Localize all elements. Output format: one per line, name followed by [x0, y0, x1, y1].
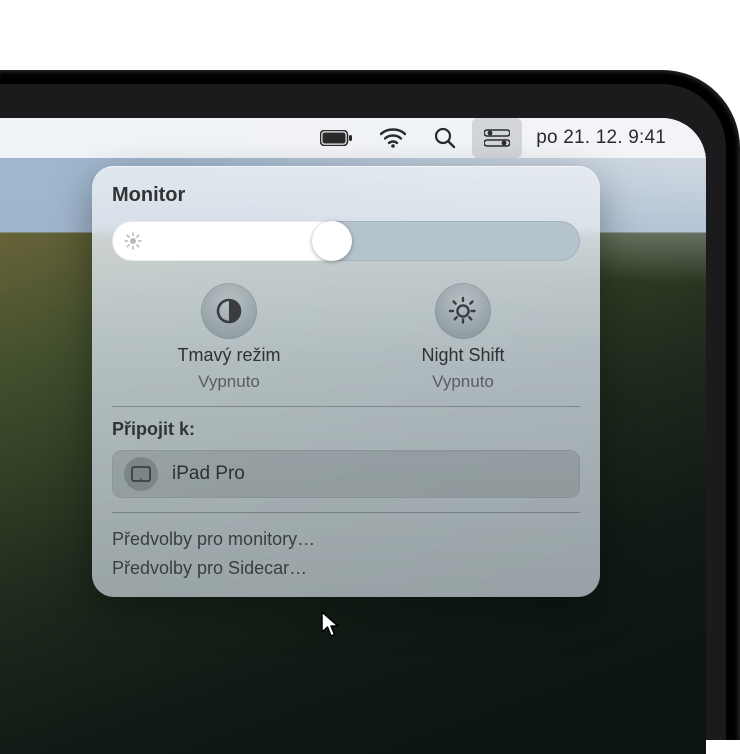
device-bezel: po 21. 12. 9:41 Monitor — [0, 70, 740, 740]
device-name: iPad Pro — [172, 463, 245, 485]
dark-mode-state: Vypnuto — [198, 372, 260, 392]
display-toggles: Tmavý režim Vypnuto — [112, 283, 580, 392]
panel-title: Monitor — [112, 184, 580, 207]
control-center-icon[interactable] — [472, 118, 522, 158]
night-shift-toggle[interactable]: Night Shift Vypnuto — [346, 283, 580, 392]
menubar: po 21. 12. 9:41 — [0, 118, 706, 158]
screen: po 21. 12. 9:41 Monitor — [0, 118, 706, 754]
divider — [112, 512, 580, 513]
menubar-clock[interactable]: po 21. 12. 9:41 — [526, 118, 678, 158]
display-panel: Monitor — [92, 166, 600, 597]
dark-mode-label: Tmavý režim — [178, 345, 281, 366]
dark-mode-toggle[interactable]: Tmavý režim Vypnuto — [112, 283, 346, 392]
spotlight-icon[interactable] — [422, 118, 468, 158]
display-preferences-link[interactable]: Předvolby pro monitory… — [112, 525, 580, 554]
ipad-icon — [124, 457, 158, 491]
clock-text: po 21. 12. 9:41 — [536, 127, 666, 149]
mouse-cursor-icon — [320, 610, 342, 638]
dark-mode-icon — [201, 283, 257, 339]
night-shift-icon — [435, 283, 491, 339]
sidecar-preferences-link[interactable]: Předvolby pro Sidecar… — [112, 554, 580, 583]
brightness-slider[interactable] — [112, 221, 580, 261]
brightness-low-icon — [124, 232, 142, 250]
connect-device-row[interactable]: iPad Pro — [112, 450, 580, 498]
connect-label: Připojit k: — [112, 419, 580, 440]
night-shift-state: Vypnuto — [432, 372, 494, 392]
slider-knob[interactable] — [312, 221, 352, 261]
divider — [112, 406, 580, 407]
wifi-icon[interactable] — [368, 118, 418, 158]
battery-icon[interactable] — [308, 118, 364, 158]
device-bezel-inner: po 21. 12. 9:41 Monitor — [0, 84, 726, 740]
night-shift-label: Night Shift — [421, 345, 504, 366]
preferences-links: Předvolby pro monitory… Předvolby pro Si… — [112, 525, 580, 583]
